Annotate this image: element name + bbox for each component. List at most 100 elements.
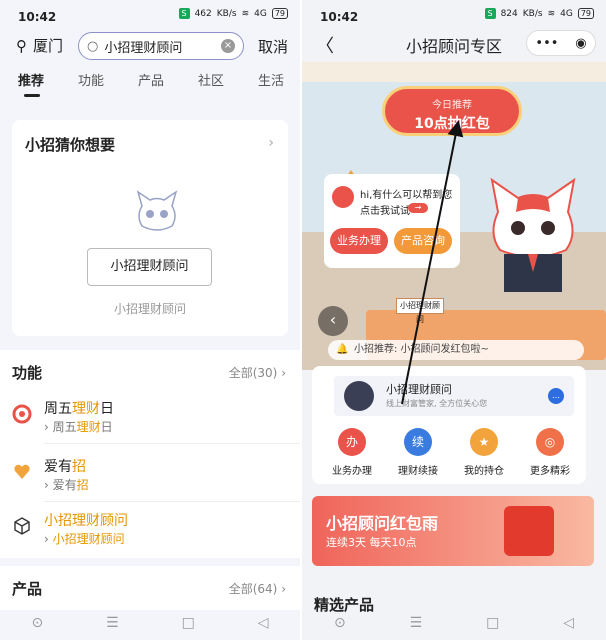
- system-nav-bar: ⊙ ☰ □ ◁: [0, 606, 300, 640]
- nav-home-icon[interactable]: □: [486, 615, 499, 631]
- function-item-aiyouzhao[interactable]: 爱有招 › 爱有招: [0, 452, 300, 502]
- left-screen: 10:42 S 462 KB/s ≋ 4G 79 ⚲ 厦门 ○ 小招理财顾问 ×…: [0, 0, 300, 640]
- tab-life[interactable]: 生活: [258, 70, 284, 89]
- cancel-button[interactable]: 取消: [258, 36, 288, 57]
- function-item-advisor[interactable]: 小招理财顾问 › 小招理财顾问: [0, 506, 300, 556]
- assistant-avatar-icon: [332, 186, 354, 208]
- quick-label: 理财续接: [398, 466, 438, 477]
- function-view-all[interactable]: 全部(30) ›: [229, 364, 286, 381]
- search-input[interactable]: ○ 小招理财顾问 ×: [78, 32, 244, 60]
- star-icon: ★: [470, 428, 498, 456]
- business-handle-button[interactable]: 业务办理: [330, 228, 388, 254]
- status-time: 10:42: [18, 10, 57, 24]
- friday-finance-icon: [12, 404, 32, 424]
- advisor-name: 小招理财顾问: [386, 383, 452, 396]
- battery-icon: 79: [577, 8, 594, 19]
- hero-banner: 今日推荐 10点抽红包 hi,有什么可以帮到您 点击我试试 → 业务办理 产品咨…: [302, 62, 606, 370]
- notice-bar[interactable]: 🔔 小招推荐: 小招顾问发红包啦~: [328, 340, 584, 360]
- title-bar: 小招顾问专区 〈 ••• ◉: [302, 30, 606, 60]
- product-consult-button[interactable]: 产品咨询: [394, 228, 452, 254]
- data-rate-unit: KB/s: [216, 8, 237, 19]
- nav-back-icon[interactable]: ◁: [563, 615, 574, 631]
- carousel-prev-button[interactable]: ‹: [318, 306, 348, 336]
- function-item-friday[interactable]: 周五理财日 › 周五理财日: [0, 394, 300, 444]
- quick-label: 更多精彩: [530, 466, 570, 477]
- wifi-icon: ≋: [241, 8, 250, 19]
- quick-business-handle[interactable]: 办 业务办理: [322, 428, 382, 477]
- badge-top-label: 今日推荐: [432, 100, 472, 111]
- guess-subtitle: 小招理财顾问: [113, 302, 186, 316]
- data-rate: 824: [500, 8, 518, 19]
- search-value: 小招理财顾问: [104, 40, 183, 56]
- function-item-name: 爱有招: [44, 459, 86, 475]
- close-mini-program-icon[interactable]: ◉: [575, 36, 586, 51]
- mascot-cat-icon: [490, 177, 576, 292]
- nav-menu-icon[interactable]: ☰: [106, 615, 119, 631]
- nav-menu-icon[interactable]: ☰: [410, 615, 423, 631]
- bell-icon: 🔔: [336, 344, 349, 355]
- search-bar-row: ⚲ 厦门 ○ 小招理财顾问 × 取消: [0, 30, 300, 60]
- sim-icon: S: [178, 8, 190, 19]
- clear-search-icon[interactable]: ×: [221, 39, 235, 53]
- quick-label: 业务办理: [332, 466, 372, 477]
- location-pin-icon: ⚲: [16, 36, 27, 55]
- notice-text: 小招推荐: 小招顾问发红包啦~: [354, 344, 489, 355]
- sim-icon: S: [484, 8, 496, 19]
- tab-product[interactable]: 产品: [138, 70, 164, 89]
- advisor-suggestion-button[interactable]: 小招理财顾问: [87, 248, 212, 286]
- nav-home-icon[interactable]: □: [182, 615, 195, 631]
- function-item-sub: › 小招理财顾问: [44, 532, 125, 546]
- function-section-title: 功能: [12, 364, 43, 382]
- red-packet-badge[interactable]: 今日推荐 10点抽红包: [382, 86, 522, 136]
- signal-icon: 4G: [560, 8, 573, 19]
- business-handle-icon: 办: [338, 428, 366, 456]
- advisor-name-plaque: 小招理财顾问: [396, 298, 444, 324]
- right-screen: 10:42 S 824 KB/s ≋ 4G 79 小招顾问专区 〈 ••• ◉: [302, 0, 606, 640]
- function-section: 功能 全部(30) › 周五理财日 › 周五理财日 爱有招 › 爱有招 小招理财…: [0, 350, 300, 558]
- guess-card: 小招猜你想要 › 小招理财顾问 小招理财顾问: [12, 120, 288, 336]
- product-section-title: 产品: [12, 580, 43, 598]
- arrow-right-icon[interactable]: →: [408, 203, 428, 213]
- location-city: 厦门: [33, 37, 64, 55]
- quick-my-holdings[interactable]: ★ 我的持仓: [454, 428, 514, 477]
- signal-icon: 4G: [254, 8, 267, 19]
- battery-icon: 79: [271, 8, 288, 19]
- function-item-sub: › 爱有招: [44, 478, 89, 492]
- product-view-all[interactable]: 全部(64) ›: [229, 580, 286, 597]
- tab-community[interactable]: 社区: [198, 70, 224, 89]
- nav-assist-icon[interactable]: ⊙: [334, 615, 346, 631]
- quick-more[interactable]: ◎ 更多精彩: [520, 428, 580, 477]
- search-icon: ○: [87, 38, 99, 54]
- service-card: 小招理财顾问 线上财富管家, 全方位关心您 … 办 业务办理 续 理财续接 ★ …: [312, 366, 586, 484]
- promo-title: 小招顾问红包雨: [326, 514, 439, 533]
- advisor-desc: 线上财富管家, 全方位关心您: [386, 399, 488, 408]
- nav-assist-icon[interactable]: ⊙: [31, 615, 43, 631]
- wifi-icon: ≋: [547, 8, 556, 19]
- badge-main-label: 10点抽红包: [414, 116, 490, 132]
- back-button[interactable]: 〈: [316, 32, 334, 58]
- quick-finance-renew[interactable]: 续 理财续接: [388, 428, 448, 477]
- nav-back-icon[interactable]: ◁: [258, 615, 269, 631]
- red-packet-rain-banner[interactable]: 小招顾问红包雨 连续3天 每天10点: [312, 496, 594, 566]
- guess-title: 小招猜你想要: [25, 136, 116, 154]
- more-menu-icon[interactable]: •••: [535, 36, 558, 51]
- data-rate-unit: KB/s: [522, 8, 543, 19]
- tab-function[interactable]: 功能: [78, 70, 104, 89]
- promo-subtitle: 连续3天 每天10点: [326, 536, 417, 549]
- location-selector[interactable]: ⚲ 厦门: [16, 35, 63, 56]
- data-rate: 462: [194, 8, 212, 19]
- heart-icon: [14, 464, 30, 479]
- advisor-avatar: [344, 381, 374, 411]
- chevron-right-icon[interactable]: ›: [268, 135, 274, 151]
- chat-bubble-icon[interactable]: …: [548, 388, 564, 404]
- status-time: 10:42: [320, 10, 359, 24]
- status-bar: 10:42 S 462 KB/s ≋ 4G 79: [0, 0, 300, 30]
- quick-label: 我的持仓: [464, 466, 504, 477]
- tab-recommend[interactable]: 推荐: [18, 70, 44, 97]
- mini-program-capsule: ••• ◉: [526, 30, 596, 56]
- category-tabs: 推荐 功能 产品 社区 生活: [0, 70, 300, 100]
- assistant-bubble: hi,有什么可以帮到您 点击我试试 → 业务办理 产品咨询: [324, 174, 460, 268]
- system-nav-bar: ⊙ ☰ □ ◁: [302, 606, 606, 640]
- advisor-row[interactable]: 小招理财顾问 线上财富管家, 全方位关心您 …: [334, 376, 574, 416]
- alarm-clock-icon: ◎: [536, 428, 564, 456]
